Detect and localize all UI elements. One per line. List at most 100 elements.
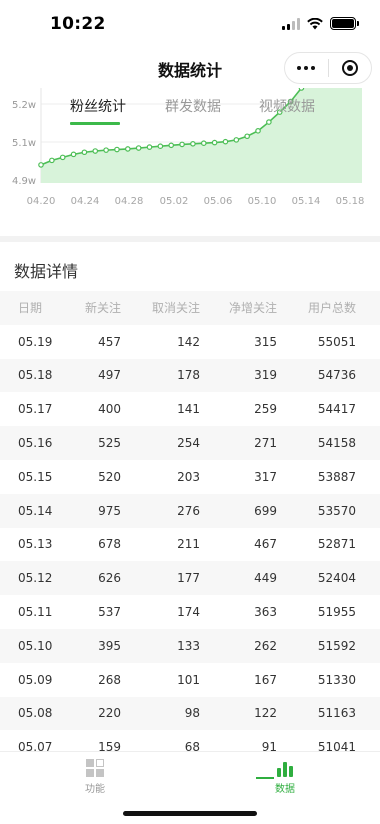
row-net-follows: 262 — [254, 638, 277, 653]
data-point — [222, 138, 229, 145]
grid-icon — [86, 759, 104, 777]
table-row: 05.08 220 98 122 51163 — [0, 696, 380, 731]
row-new-follows: 497 — [98, 368, 121, 383]
row-total-users: 54158 — [317, 436, 356, 451]
detail-table: 日期 新关注 取消关注 净增关注 用户总数 05.19 457 142 315 5505… — [0, 291, 380, 764]
header-date: 日期 — [18, 301, 43, 316]
data-point — [233, 137, 240, 143]
row-date: 05.15 — [18, 469, 53, 484]
data-point — [103, 147, 109, 153]
row-net-follows: 319 — [254, 368, 277, 383]
status-bar: 10:22 — [0, 0, 380, 48]
chart-tabs: 粉丝统计 群发数据 视频数据 — [0, 96, 380, 128]
data-point — [70, 151, 77, 158]
row-total-users: 51163 — [317, 706, 356, 721]
row-unfollows: 142 — [177, 334, 200, 349]
x-tick-label: 04.20 — [27, 196, 56, 207]
table-row: 05.18 497 178 319 54736 — [0, 358, 380, 393]
fans-chart: 4.9w 5.1w 5.2w 04.20 04.24 04.28 05.02 05.06 05.… — [0, 88, 380, 236]
row-net-follows: 317 — [254, 469, 277, 484]
row-new-follows: 678 — [98, 537, 121, 552]
x-tick-label: 05.06 — [204, 196, 233, 207]
y-tick-label: 4.9w — [12, 176, 36, 187]
tabbar-item-data[interactable]: 数据 — [255, 758, 315, 795]
row-net-follows: 699 — [254, 503, 277, 518]
x-tick-label: 05.10 — [248, 196, 277, 207]
row-net-follows: 449 — [254, 571, 277, 586]
row-date: 05.17 — [18, 402, 53, 417]
row-new-follows: 400 — [98, 402, 121, 417]
close-miniprogram-button[interactable] — [329, 53, 372, 83]
row-total-users: 52871 — [317, 537, 356, 552]
battery-icon — [330, 17, 359, 30]
row-unfollows: 174 — [177, 605, 200, 620]
active-tab-indicator — [70, 122, 120, 125]
section-divider — [0, 236, 380, 242]
row-date: 05.19 — [18, 334, 53, 349]
data-point — [146, 144, 153, 150]
row-total-users: 52404 — [317, 571, 356, 586]
table-row: 05.15 520 203 317 53887 — [0, 460, 380, 494]
data-point — [168, 142, 175, 149]
header-unfollows: 取消关注 — [151, 301, 200, 316]
row-unfollows: 98 — [184, 706, 200, 721]
row-new-follows: 525 — [98, 436, 121, 451]
table-header-row: 日期 新关注 取消关注 净增关注 用户总数 — [0, 291, 380, 325]
row-net-follows: 363 — [254, 605, 277, 620]
x-tick-label: 05.02 — [160, 196, 189, 207]
data-point — [125, 146, 131, 152]
data-point — [157, 143, 164, 150]
row-unfollows: 141 — [177, 402, 200, 417]
data-point — [59, 154, 66, 161]
data-point — [114, 146, 120, 153]
row-new-follows: 537 — [98, 605, 121, 620]
row-date: 05.14 — [18, 503, 53, 518]
data-point — [179, 141, 185, 148]
cellular-signal-icon — [282, 17, 300, 30]
data-point — [255, 128, 261, 134]
data-point — [92, 148, 99, 154]
tabbar-label-features: 功能 — [85, 784, 105, 795]
status-icons — [282, 17, 359, 30]
bar-chart-icon — [255, 759, 315, 779]
row-date: 05.09 — [18, 672, 53, 687]
home-indicator — [123, 811, 257, 816]
tab-broadcast-data[interactable]: 群发数据 — [165, 96, 221, 116]
table-row: 05.11 537 174 363 51955 — [0, 595, 380, 629]
mini-program-capsule — [284, 52, 372, 84]
tab-video-data[interactable]: 视频数据 — [259, 96, 315, 116]
data-point — [298, 88, 305, 91]
header-total-users: 用户总数 — [307, 301, 356, 316]
row-date: 05.12 — [18, 571, 53, 586]
x-tick-label: 04.24 — [71, 196, 100, 207]
row-total-users: 53887 — [317, 469, 356, 484]
row-date: 05.10 — [18, 638, 53, 653]
row-total-users: 53570 — [317, 503, 356, 518]
header-new-follows: 新关注 — [84, 301, 121, 316]
x-tick-label: 05.18 — [336, 196, 365, 207]
row-date: 05.18 — [18, 368, 53, 383]
data-point — [211, 139, 218, 146]
row-unfollows: 203 — [177, 469, 200, 484]
tab-fans-stats[interactable]: 粉丝统计 — [70, 96, 126, 116]
more-dots-icon — [297, 66, 316, 70]
row-new-follows: 626 — [98, 571, 121, 586]
row-unfollows: 211 — [177, 537, 200, 552]
data-point — [81, 149, 88, 156]
more-button[interactable] — [285, 53, 328, 83]
tabbar-item-features[interactable]: 功能 — [65, 758, 125, 795]
row-new-follows: 975 — [98, 503, 121, 518]
table-row: 05.13 678 211 467 52871 — [0, 528, 380, 562]
row-total-users: 51592 — [317, 638, 356, 653]
status-time: 10:22 — [50, 14, 106, 34]
app-screen: 10:22 数据统计 4.9w 5.1w 5.2w 04.20 04.24 04… — [0, 0, 380, 824]
data-point — [200, 140, 207, 146]
data-point — [38, 162, 44, 168]
table-row: 05.12 626 177 449 52404 — [0, 561, 380, 596]
navigation-bar: 数据统计 — [0, 48, 380, 88]
row-total-users: 51330 — [317, 672, 356, 687]
row-total-users: 54417 — [317, 402, 356, 417]
row-unfollows: 101 — [177, 672, 200, 687]
x-tick-label: 05.14 — [292, 196, 321, 207]
row-unfollows: 178 — [177, 368, 200, 383]
